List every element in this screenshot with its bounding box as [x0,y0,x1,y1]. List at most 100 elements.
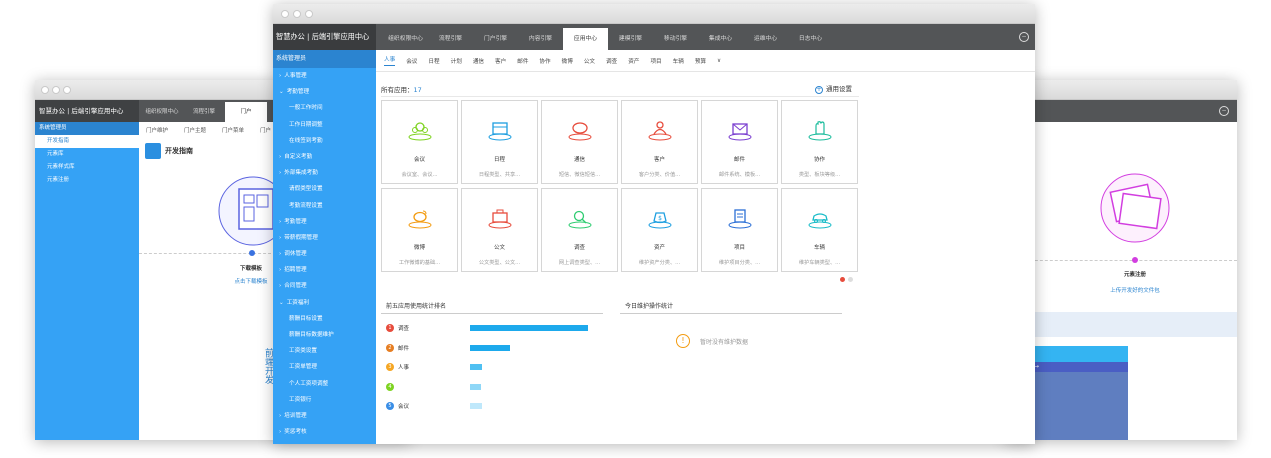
tab-org-permission[interactable]: 组织权限中心 [383,28,428,50]
app-name: 公文 [493,245,505,251]
app-card-2[interactable]: 日程 日程类型、共享... [461,100,538,184]
money-bag-icon: $ [647,207,673,229]
window-close-dot[interactable] [41,86,49,94]
app-card-9[interactable]: 调查 网上调查类型、... [541,188,618,272]
sidebar-item[interactable]: 考勤管理 [273,214,376,230]
subnav-item[interactable]: 通信 [473,57,484,65]
window-min-dot[interactable] [293,10,301,18]
tab-integration[interactable]: 集成中心 [698,28,743,50]
upload-link[interactable]: 上传开发好的文件包 [1085,286,1185,294]
subtab-portal-theme[interactable]: 门户主题 [179,124,211,136]
apps-count: 17 [413,86,422,94]
sidebar-item[interactable]: 薪酬目标设置 [273,311,376,327]
sidebar-item[interactable]: 招聘管理 [273,262,376,278]
general-settings-button[interactable]: + 通用设置 [815,83,852,94]
app-card-7[interactable]: 微博 工作微博的基础... [381,188,458,272]
tab-flow-engine[interactable]: 流程引擎 [428,28,473,50]
brand-title: 智慧办公 | 后端引擎应用中心 [35,100,139,122]
sidebar-item[interactable]: 请假类型设置 [273,181,376,197]
subtab-portal-menu[interactable]: 门户菜单 [217,124,249,136]
rank-label: 调查 [398,326,410,332]
subnav-item[interactable]: 邮件 [517,57,528,65]
tab-flow[interactable]: 流程引擎 [183,102,225,122]
subnav-item[interactable]: 协作 [539,57,550,65]
subnav-item[interactable]: 会议 [406,57,417,65]
app-name: 项目 [733,245,745,251]
tab-model-engine[interactable]: 建模引擎 [608,28,653,50]
more-chevron-icon[interactable]: ∨ [717,58,721,64]
sidebar-item[interactable]: 考勤管理 [273,84,376,100]
subnav-item[interactable]: 预算 [695,57,706,65]
empty-text: 暂时没有维护数据 [700,338,749,346]
subnav-item[interactable]: 日程 [428,57,439,65]
sidebar-item-element-lib[interactable]: 元素库 [35,148,139,161]
sidebar-item[interactable]: 人事管理 [273,68,376,84]
subnav-item[interactable]: 公文 [584,57,595,65]
app-desc: 会议室、会议... [401,172,438,178]
sidebar-item[interactable]: 在线签到考勤 [273,133,376,149]
sidebar-item[interactable]: 合同管理 [273,278,376,294]
divider [381,96,859,97]
sidebar-item[interactable]: 奖惩考核 [273,424,376,440]
sidebar-item[interactable]: 培训管理 [273,408,376,424]
app-card-11[interactable]: 项目 维护项目分类、... [701,188,778,272]
sidebar-item[interactable]: 工资类设置 [273,343,376,359]
subnav-item[interactable]: 资产 [628,57,639,65]
window-max-dot[interactable] [63,86,71,94]
empty-state: ! 暂时没有维护数据 [676,334,748,348]
sidebar-item[interactable]: 工作日期调整 [273,117,376,133]
info-band [1005,312,1237,337]
app-card-12[interactable]: 车辆 维护车辆类型、... [781,188,858,272]
sidebar-item[interactable]: 自定义考勤 [273,149,376,165]
subnav-item[interactable]: 客户 [495,57,506,65]
subnav-item[interactable]: 项目 [650,57,661,65]
pager-dot-active[interactable] [840,277,845,282]
tab-logs[interactable]: 日志中心 [788,28,833,50]
app-card-6[interactable]: 协作 类型、板块等级... [781,100,858,184]
app-desc: 公文类型、公文... [478,260,521,266]
tab-portal[interactable]: 门户 [225,102,267,122]
sidebar-item-dev-guide[interactable]: 开发指南 [35,135,139,148]
subnav-item[interactable]: 调查 [606,57,617,65]
sidebar-title: 系统管理员 [273,50,376,68]
window-max-dot[interactable] [305,10,313,18]
app-card-8[interactable]: 公文公文类型、公文... [461,188,538,272]
sidebar-item[interactable]: 一般工作时间 [273,100,376,116]
power-icon[interactable]: − [1219,106,1229,116]
stats-divider [381,313,603,314]
app-card-1[interactable]: 会议 会议室、会议... [381,100,458,184]
subnav-item[interactable]: 微博 [562,57,573,65]
window-close-dot[interactable] [281,10,289,18]
subnav-item[interactable]: 计划 [451,57,462,65]
tab-app-center[interactable]: 应用中心 [563,28,608,50]
timeline-dot [249,250,255,256]
subnav-item[interactable]: 车辆 [673,57,684,65]
app-card-4[interactable]: 客户 客户分类、价值... [621,100,698,184]
sidebar-item[interactable]: 调休管理 [273,246,376,262]
sidebar-item[interactable]: 带薪假期管理 [273,230,376,246]
sidebar-item[interactable]: 薪酬目标数据维护 [273,327,376,343]
tab-portal-engine[interactable]: 门户引擎 [473,28,518,50]
sidebar-item[interactable]: 工资银行 [273,392,376,408]
sidebar-item-element-register[interactable]: 元素注册 [35,174,139,187]
sidebar-item[interactable]: 外部集成考勤 [273,165,376,181]
sidebar-item[interactable]: 个人工资项调整 [273,376,376,392]
pager-dot[interactable] [848,277,853,282]
sidebar-item[interactable]: 工资福利 [273,295,376,311]
subtab-portal-maint[interactable]: 门户维护 [141,124,173,136]
tab-ops[interactable]: 运维中心 [743,28,788,50]
subnav-item[interactable]: 人事 [384,55,396,66]
window-min-dot[interactable] [52,86,60,94]
tab-org[interactable]: 组织权限中心 [141,102,183,122]
tab-mobile-engine[interactable]: 移动引擎 [653,28,698,50]
sidebar-item-style-lib[interactable]: 元素样式库 [35,161,139,174]
power-icon[interactable]: − [1019,32,1029,42]
brand-title: 智慧办公 | 后端引擎应用中心 [273,24,376,50]
sidebar-item[interactable]: 考勤流程设置 [273,198,376,214]
app-card-10[interactable]: $ 资产 维护资产分类、... [621,188,698,272]
tab-content-engine[interactable]: 内容引擎 [518,28,563,50]
sidebar-item[interactable]: 工资单管理 [273,359,376,375]
app-card-3[interactable]: 通信 短信、微信短信... [541,100,618,184]
app-card-5[interactable]: 邮件 邮件系统、模板... [701,100,778,184]
weibo-icon [407,207,433,229]
